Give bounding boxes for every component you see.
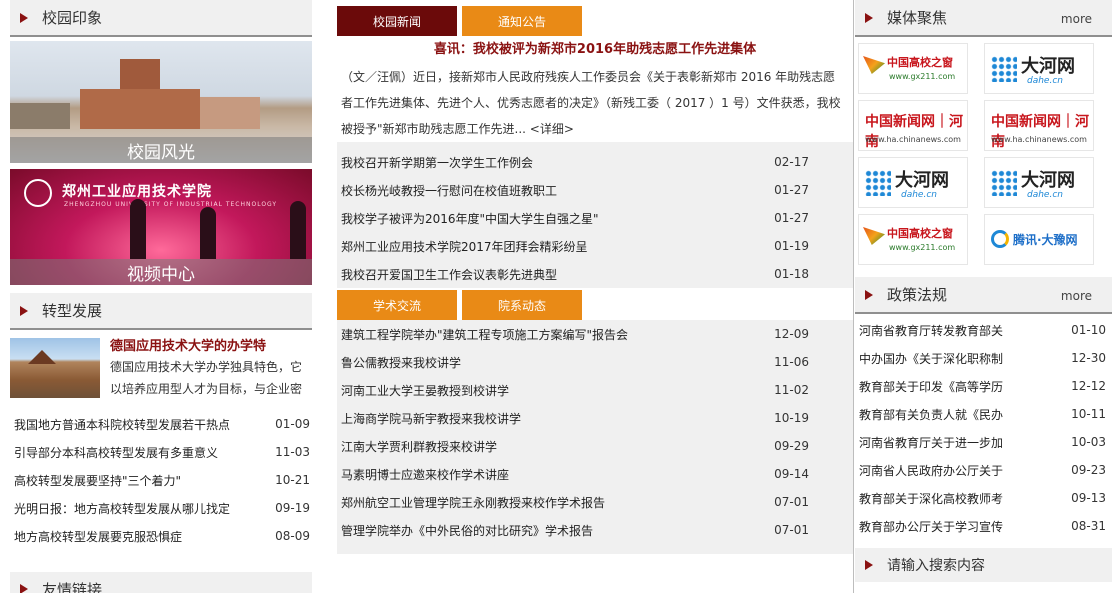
- policy-more-link[interactable]: more: [1061, 289, 1092, 303]
- list-item[interactable]: 我校学子被评为2016年度"中国大学生自强之星" 01-27: [341, 204, 809, 232]
- list-item[interactable]: 鲁公儒教授来我校讲学 11-06: [341, 348, 809, 376]
- list-item[interactable]: 教育部有关负责人就《民办 10-11: [859, 400, 1106, 428]
- caption-bar: 视频中心: [10, 259, 312, 285]
- triangle-bullet-icon: [20, 12, 28, 23]
- news-list: 我校召开新学期第一次学生工作例会 02-17 校长杨光岐教授一行慰问在校值班教职工…: [337, 142, 853, 288]
- dahe-logo-icon: [865, 170, 891, 196]
- media-logo-dahe[interactable]: 大河网 dahe.cn: [984, 157, 1094, 208]
- list-item[interactable]: 光明日报：地方高校转型发展从哪儿找定 09-19: [14, 494, 310, 522]
- list-item[interactable]: 江南大学贾利群教授来校讲学 09-29: [341, 432, 809, 460]
- triangle-bullet-icon: [865, 289, 873, 300]
- media-logo-gx211[interactable]: 中国高校之窗 www.gx211.com: [858, 214, 968, 265]
- media-logo-grid: 中国高校之窗 www.gx211.com 大河网 dahe.cn 中国新闻网｜河南 w…: [855, 37, 1112, 265]
- headline-link[interactable]: 喜讯：我校被评为新郑市2016年助残志愿工作先进集体: [337, 36, 853, 64]
- impression-title: 校园印象: [42, 9, 103, 27]
- links-header: 友情链接: [10, 572, 312, 593]
- list-item[interactable]: 建筑工程学院举办"建筑工程专项施工方案编写"报告会 12-09: [341, 320, 809, 348]
- policy-header: 政策法规 more: [855, 277, 1112, 314]
- list-item[interactable]: 我校召开爱国卫生工作会议表彰先进典型 01-18: [341, 260, 809, 288]
- news-tabs: 校园新闻 通知公告: [337, 6, 853, 36]
- list-item[interactable]: 河南省教育厅关于进一步加 10-03: [859, 428, 1106, 456]
- triangle-bullet-icon: [865, 12, 873, 23]
- impression-header: 校园印象: [10, 0, 312, 37]
- dahe-logo-icon: [991, 56, 1017, 82]
- gx211-logo-icon: [863, 56, 885, 74]
- list-item[interactable]: 中办国办《关于深化职称制 12-30: [859, 344, 1106, 372]
- video-center-banner[interactable]: 郑州工业应用技术学院 ZHENGZHOU UNIVERSITY OF INDUS…: [10, 169, 312, 285]
- media-logo-tencent[interactable]: 腾讯·大豫网: [984, 214, 1094, 265]
- campus-scenery-banner[interactable]: 校园风光: [10, 41, 312, 163]
- banner-caption: 校园风光: [127, 142, 195, 163]
- feature-article[interactable]: 德国应用技术大学的办学特 德国应用技术大学办学独具特色，它以培养应用型人才为目标…: [10, 338, 312, 400]
- tab-notices[interactable]: 通知公告: [462, 6, 582, 36]
- school-emblem-icon: [24, 179, 52, 207]
- performer-icon: [200, 207, 216, 259]
- feature-title[interactable]: 德国应用技术大学的办学特: [110, 338, 305, 356]
- media-more-link[interactable]: more: [1061, 12, 1092, 26]
- building-icon: [80, 89, 200, 129]
- tab-academic[interactable]: 学术交流: [337, 290, 457, 320]
- list-item[interactable]: 我校召开新学期第一次学生工作例会 02-17: [341, 148, 809, 176]
- search-placeholder[interactable]: 请输入搜索内容: [887, 555, 985, 575]
- policy-list: 河南省教育厅转发教育部关 01-10 中办国办《关于深化职称制 12-30 教育部关…: [855, 314, 1112, 540]
- triangle-bullet-icon: [20, 305, 28, 316]
- list-item[interactable]: 管理学院举办《中外民俗的对比研究》学术报告 07-01: [341, 516, 809, 544]
- media-logo-dahe[interactable]: 大河网 dahe.cn: [858, 157, 968, 208]
- list-item[interactable]: 郑州航空工业管理学院王永刚教授来校作学术报告 07-01: [341, 488, 809, 516]
- list-item[interactable]: 校长杨光岐教授一行慰问在校值班教职工 01-27: [341, 176, 809, 204]
- media-header: 媒体聚焦 more: [855, 0, 1112, 37]
- academic-list: 建筑工程学院举办"建筑工程专项施工方案编写"报告会 12-09 鲁公儒教授来我校讲…: [341, 320, 809, 544]
- media-logo-chinanews[interactable]: 中国新闻网｜河南 www.ha.chinanews.com: [984, 100, 1094, 151]
- feature-body: 德国应用技术大学办学独具特色，它以培养应用型人才为目标，与企业密: [110, 360, 303, 396]
- left-column: 校园印象 校园风光 郑州工业应用技术学院 ZHENGZHOU UNIVERSIT…: [10, 0, 312, 593]
- trees-icon: [10, 103, 70, 129]
- house-icon: [28, 350, 56, 364]
- list-item[interactable]: 教育部关于印发《高等学历 12-12: [859, 372, 1106, 400]
- links-title: 友情链接: [42, 580, 103, 593]
- list-item[interactable]: 教育部办公厅关于学习宣传 08-31: [859, 512, 1106, 540]
- triangle-bullet-icon: [865, 560, 873, 570]
- middle-column: 校园新闻 通知公告 喜讯：我校被评为新郑市2016年助残志愿工作先进集体 （文／…: [337, 0, 853, 593]
- school-logo-text: 郑州工业应用技术学院: [62, 184, 212, 200]
- dahe-logo-icon: [991, 170, 1017, 196]
- media-logo-chinanews[interactable]: 中国新闻网｜河南 www.ha.chinanews.com: [858, 100, 968, 151]
- policy-title: 政策法规: [887, 286, 948, 304]
- performer-icon: [290, 201, 306, 259]
- academic-tabs: 学术交流 院系动态: [337, 288, 853, 320]
- list-item[interactable]: 河南省人民政府办公厅关于 09-23: [859, 456, 1106, 484]
- media-title: 媒体聚焦: [887, 9, 948, 27]
- list-item[interactable]: 马素明博士应邀来校作学术讲座 09-14: [341, 460, 809, 488]
- list-item[interactable]: 河南工业大学王晏教授到校讲学 11-02: [341, 376, 809, 404]
- media-logo-gx211[interactable]: 中国高校之窗 www.gx211.com: [858, 43, 968, 94]
- feature-thumbnail[interactable]: [10, 338, 100, 398]
- list-item[interactable]: 河南省教育厅转发教育部关 01-10: [859, 316, 1106, 344]
- tencent-logo-icon: [991, 230, 1009, 248]
- list-item[interactable]: 地方高校转型发展要克服恐惧症 08-09: [14, 522, 310, 550]
- tab-departments[interactable]: 院系动态: [462, 290, 582, 320]
- headline-summary: （文／汪佩）近日，接新郑市人民政府残疾人工作委员会《关于表彰新郑市 2016 年…: [337, 64, 853, 142]
- gx211-logo-icon: [863, 227, 885, 245]
- transform-header: 转型发展: [10, 293, 312, 330]
- column-divider: [853, 0, 854, 593]
- tab-campus-news[interactable]: 校园新闻: [337, 6, 457, 36]
- media-logo-dahe[interactable]: 大河网 dahe.cn: [984, 43, 1094, 94]
- banner-caption: 视频中心: [127, 264, 195, 285]
- caption-bar: 校园风光: [10, 137, 312, 163]
- triangle-bullet-icon: [20, 584, 28, 593]
- right-column: 媒体聚焦 more 中国高校之窗 www.gx211.com 大河网 dahe.cn…: [855, 0, 1112, 593]
- transform-list: 我国地方普通本科院校转型发展若干热点 01-09 引导部分本科高校转型发展有多重意…: [10, 410, 312, 550]
- school-logo-subtext: ZHENGZHOU UNIVERSITY OF INDUSTRIAL TECHN…: [64, 201, 278, 208]
- search-box[interactable]: 请输入搜索内容: [855, 548, 1112, 582]
- transform-title: 转型发展: [42, 302, 103, 320]
- list-item[interactable]: 郑州工业应用技术学院2017年团拜会精彩纷呈 01-19: [341, 232, 809, 260]
- list-item[interactable]: 教育部关于深化高校教师考 09-13: [859, 484, 1106, 512]
- performer-icon: [130, 199, 146, 259]
- list-item[interactable]: 上海商学院马新宇教授来我校讲学 10-19: [341, 404, 809, 432]
- list-item[interactable]: 引导部分本科高校转型发展有多重意义 11-03: [14, 438, 310, 466]
- building-icon: [200, 97, 260, 129]
- list-item[interactable]: 我国地方普通本科院校转型发展若干热点 01-09: [14, 410, 310, 438]
- list-item[interactable]: 高校转型发展要坚持"三个着力" 10-21: [14, 466, 310, 494]
